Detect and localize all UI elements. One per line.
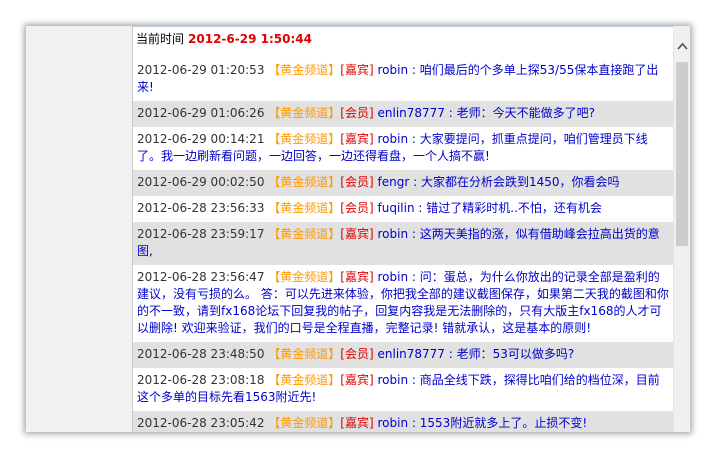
message-text: 老师：53可以做多吗? xyxy=(456,347,575,361)
message-role: [会员] xyxy=(340,106,374,120)
left-panel xyxy=(26,26,133,432)
message-user[interactable]: robin xyxy=(378,416,409,430)
message-user[interactable]: fengr xyxy=(378,175,410,189)
message-timestamp: 2012-06-28 23:48:50 xyxy=(137,347,265,361)
message-channel: 【黄金频道】 xyxy=(268,175,341,189)
message-separator: : xyxy=(411,227,416,241)
message-row: 2012-06-29 00:14:21 【黄金频道】[嘉宾] robin : 大… xyxy=(133,127,673,170)
message-separator: : xyxy=(411,416,416,430)
message-timestamp: 2012-06-29 00:14:21 xyxy=(137,132,265,146)
message-user[interactable]: robin xyxy=(378,373,409,387)
chat-window: 当前时间 2012-6-29 1:50:44 2012-06-29 01:20:5… xyxy=(26,26,690,432)
message-role: [嘉宾] xyxy=(340,373,374,387)
message-separator: : xyxy=(413,175,418,189)
message-user[interactable]: enlin78777 xyxy=(378,106,445,120)
message-timestamp: 2012-06-28 23:56:47 xyxy=(137,270,265,284)
message-timestamp: 2012-06-29 01:20:53 xyxy=(137,63,265,77)
message-timestamp: 2012-06-28 23:05:42 xyxy=(137,416,265,430)
current-time-value: 2012-6-29 1:50:44 xyxy=(188,32,312,46)
message-channel: 【黄金频道】 xyxy=(268,201,341,215)
message-separator: : xyxy=(411,270,416,284)
current-time-label: 当前时间 xyxy=(136,32,185,46)
message-channel: 【黄金频道】 xyxy=(268,416,341,430)
message-role: [嘉宾] xyxy=(340,132,374,146)
message-row: 2012-06-28 23:05:42 【黄金频道】[嘉宾] robin : 1… xyxy=(133,411,673,432)
message-text: 1553附近就多上了。止损不变! xyxy=(419,416,588,430)
message-role: [会员] xyxy=(340,201,374,215)
message-text: 错过了精彩时机..不怕，还有机会 xyxy=(426,201,602,215)
message-separator: : xyxy=(411,63,416,77)
chat-content: 当前时间 2012-6-29 1:50:44 2012-06-29 01:20:5… xyxy=(133,26,673,432)
chevron-up-icon[interactable] xyxy=(674,34,690,58)
message-row: 2012-06-28 23:08:18 【黄金频道】[嘉宾] robin : 商… xyxy=(133,368,673,411)
message-channel: 【黄金频道】 xyxy=(268,132,341,146)
message-role: [会员] xyxy=(340,175,374,189)
message-user[interactable]: robin xyxy=(378,270,409,284)
message-user[interactable]: robin xyxy=(378,132,409,146)
message-timestamp: 2012-06-29 00:02:50 xyxy=(137,175,265,189)
message-separator: : xyxy=(411,132,416,146)
message-row: 2012-06-29 01:20:53 【黄金频道】[嘉宾] robin : 咱… xyxy=(133,58,673,101)
message-role: [嘉宾] xyxy=(340,227,374,241)
message-row: 2012-06-28 23:56:33 【黄金频道】[会员] fuqilin :… xyxy=(133,196,673,222)
message-role: [嘉宾] xyxy=(340,416,374,430)
message-row: 2012-06-28 23:59:17 【黄金频道】[嘉宾] robin : 这… xyxy=(133,222,673,265)
message-timestamp: 2012-06-29 01:06:26 xyxy=(137,106,265,120)
message-timestamp: 2012-06-28 23:08:18 xyxy=(137,373,265,387)
message-channel: 【黄金频道】 xyxy=(268,347,341,361)
message-channel: 【黄金频道】 xyxy=(268,106,341,120)
message-user[interactable]: robin xyxy=(378,63,409,77)
message-user[interactable]: fuqilin xyxy=(378,201,415,215)
message-row: 2012-06-29 01:06:26 【黄金频道】[会员] enlin7877… xyxy=(133,101,673,127)
current-time-header: 当前时间 2012-6-29 1:50:44 xyxy=(136,30,312,47)
scrollbar-thumb[interactable] xyxy=(676,62,688,246)
message-channel: 【黄金频道】 xyxy=(268,270,341,284)
message-row: 2012-06-29 00:02:50 【黄金频道】[会员] fengr : 大… xyxy=(133,170,673,196)
message-timestamp: 2012-06-28 23:56:33 xyxy=(137,201,265,215)
message-separator: : xyxy=(418,201,423,215)
message-role: [嘉宾] xyxy=(340,63,374,77)
message-user[interactable]: enlin78777 xyxy=(378,347,445,361)
message-role: [嘉宾] xyxy=(340,270,374,284)
message-text: 老师：今天不能做多了吧? xyxy=(456,106,596,120)
message-role: [会员] xyxy=(340,347,374,361)
message-list: 2012-06-29 01:20:53 【黄金频道】[嘉宾] robin : 咱… xyxy=(133,58,673,432)
message-channel: 【黄金频道】 xyxy=(268,373,341,387)
message-separator: : xyxy=(448,347,453,361)
message-user[interactable]: robin xyxy=(378,227,409,241)
message-text: 大家都在分析会跌到1450，你看会吗 xyxy=(420,175,620,189)
message-row: 2012-06-28 23:48:50 【黄金频道】[会员] enlin7877… xyxy=(133,342,673,368)
message-channel: 【黄金频道】 xyxy=(268,227,341,241)
scrollbar[interactable] xyxy=(673,26,690,432)
message-separator: : xyxy=(411,373,416,387)
message-separator: : xyxy=(448,106,453,120)
message-channel: 【黄金频道】 xyxy=(268,63,341,77)
message-timestamp: 2012-06-28 23:59:17 xyxy=(137,227,265,241)
message-row: 2012-06-28 23:56:47 【黄金频道】[嘉宾] robin : 问… xyxy=(133,265,673,342)
